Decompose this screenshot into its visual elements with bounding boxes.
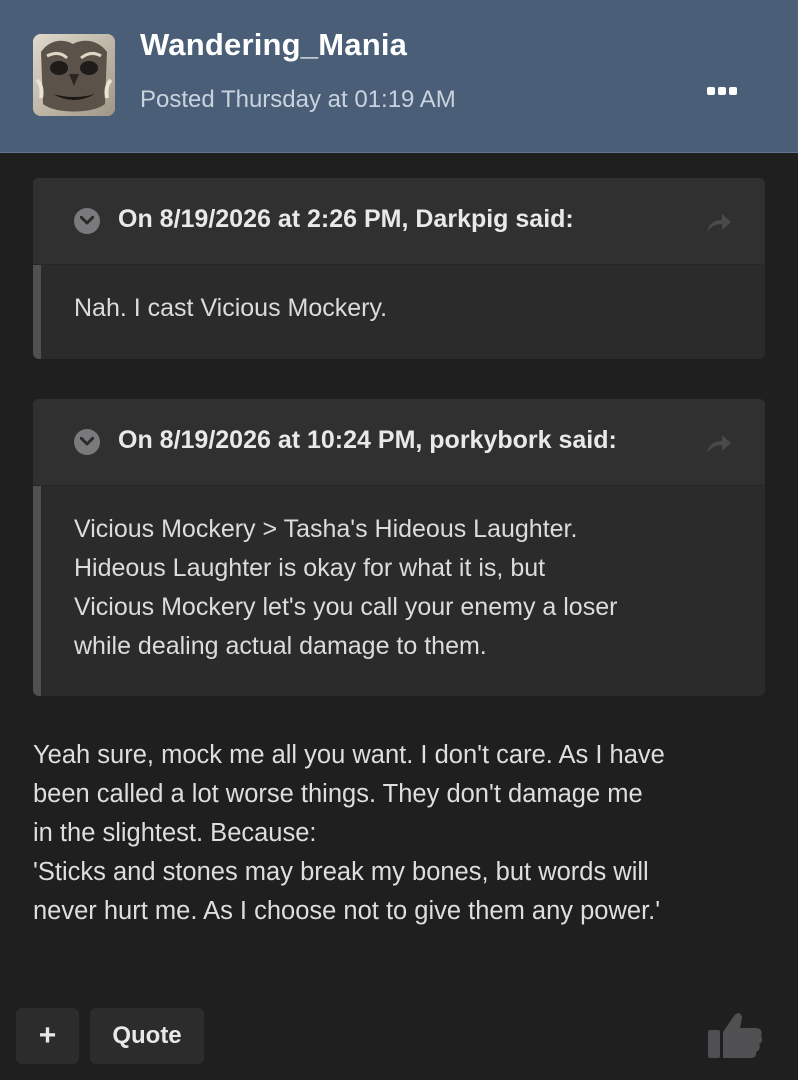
post-line: 'Sticks and stones may break my bones, b…: [33, 858, 649, 886]
multiquote-button[interactable]: +: [16, 1008, 79, 1064]
quote-block: On 8/19/2026 at 10:24 PM, porkybork said…: [33, 399, 765, 696]
quote-line: while dealing actual damage to them.: [74, 632, 487, 660]
post-line: never hurt me. As I choose not to give t…: [33, 897, 661, 925]
author-name[interactable]: Wandering_Mania: [140, 27, 407, 63]
quote-citation: On 8/19/2026 at 2:26 PM, Darkpig said:: [118, 205, 574, 233]
post-body: Yeah sure, mock me all you want. I don't…: [33, 736, 773, 931]
quote-button[interactable]: Quote: [90, 1008, 204, 1064]
ellipsis-dot: [718, 87, 726, 95]
quote-citation: On 8/19/2026 at 10:24 PM, porkybork said…: [118, 426, 617, 454]
thumbs-up-icon[interactable]: [706, 1010, 764, 1060]
ellipsis-dot: [729, 87, 737, 95]
quote-header: On 8/19/2026 at 2:26 PM, Darkpig said:: [33, 178, 765, 265]
quote-block: On 8/19/2026 at 2:26 PM, Darkpig said: N…: [33, 178, 765, 359]
avatar[interactable]: [33, 34, 115, 116]
quote-line: Vicious Mockery let's you call your enem…: [74, 593, 618, 621]
ellipsis-icon: [707, 87, 715, 95]
quote-text: Nah. I cast Vicious Mockery.: [33, 265, 765, 328]
quote-header: On 8/19/2026 at 10:24 PM, porkybork said…: [33, 399, 765, 486]
quote-text: Vicious Mockery > Tasha's Hideous Laught…: [33, 486, 765, 666]
chevron-down-icon[interactable]: [74, 208, 100, 234]
stone-face-avatar-icon: [33, 34, 115, 116]
forum-post: Wandering_Mania Posted Thursday at 01:19…: [0, 0, 798, 1080]
post-line: been called a lot worse things. They don…: [33, 780, 643, 808]
post-timestamp: Posted Thursday at 01:19 AM: [140, 86, 456, 113]
post-line: Yeah sure, mock me all you want. I don't…: [33, 741, 665, 769]
quote-line: Vicious Mockery > Tasha's Hideous Laught…: [74, 515, 578, 543]
share-icon[interactable]: [705, 433, 733, 455]
more-options-button[interactable]: [700, 78, 744, 104]
chevron-down-icon[interactable]: [74, 429, 100, 455]
post-line: in the slightest. Because:: [33, 819, 317, 847]
share-icon[interactable]: [705, 212, 733, 234]
post-header: Wandering_Mania Posted Thursday at 01:19…: [0, 0, 798, 153]
quote-line: Nah. I cast Vicious Mockery.: [74, 294, 388, 322]
quote-line: Hideous Laughter is okay for what it is,…: [74, 554, 546, 582]
